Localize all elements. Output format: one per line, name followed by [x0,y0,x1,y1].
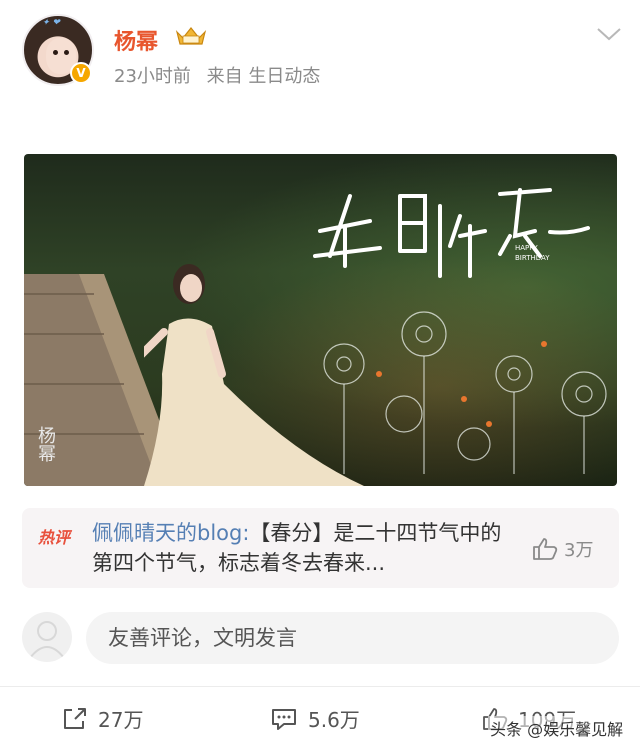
avatar-eye-left [53,50,58,55]
hot-comment-tag: 热评 [38,528,71,547]
post-source[interactable]: 来自 生日动态 [207,66,321,87]
default-avatar-icon [29,621,65,659]
post-header: ✦ ❤ V 杨幂 23小时前 来自 生日动态 [0,0,640,120]
post-time: 23小时前 [114,66,191,87]
svg-text:BIRTHDAY: BIRTHDAY [515,254,550,262]
comment-count: 5.6万 [308,708,360,732]
comment-icon [272,708,296,730]
repost-button[interactable]: 27万 [62,704,143,733]
hot-comment-box[interactable]: 热评 佩佩晴天的blog:【春分】是二十四节气中的第四个节气，标志着冬去春来..… [22,508,619,588]
post-meta: 23小时前 来自 生日动态 [114,62,330,88]
chevron-down-icon[interactable] [596,26,622,42]
hot-comment-like[interactable]: 3万 [532,536,593,562]
birthday-calligraphy: HAPPY BIRTHDAY [313,188,590,278]
avatar-eye-right [64,50,69,55]
person-figure [144,264,364,486]
svg-text:HAPPY: HAPPY [515,244,538,252]
hot-comment-content: 佩佩晴天的blog:【春分】是二十四节气中的第四个节气，标志着冬去春来... [92,518,522,578]
watermark: 头条 @娱乐馨见解 [488,716,626,740]
share-icon [64,707,86,729]
post-image[interactable]: HAPPY BIRTHDAY 杨幂 [24,154,617,486]
photo-signature: 杨幂 [35,426,56,462]
repost-count: 27万 [98,708,144,732]
hot-comment-like-count: 3万 [564,540,594,561]
verified-icon: V [70,62,92,84]
comment-input[interactable]: 友善评论，文明发言 [86,612,619,664]
comment-button[interactable]: 5.6万 [270,704,360,733]
hot-comment-user[interactable]: 佩佩晴天的blog: [92,521,249,545]
current-user-avatar [22,612,72,662]
divider [0,686,640,687]
comment-bar: 友善评论，文明发言 [22,610,619,666]
post-username[interactable]: 杨幂 [114,24,158,56]
thumbs-up-icon [533,538,558,560]
avatar-decoration: ✦ ❤ [42,18,60,28]
vip-crown-icon [175,27,207,45]
